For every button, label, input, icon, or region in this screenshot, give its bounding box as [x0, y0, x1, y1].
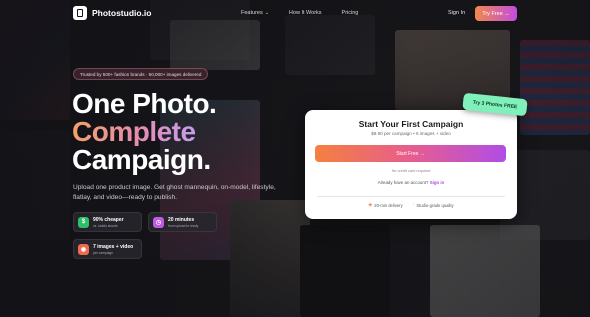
try-free-button[interactable]: Try Free → — [475, 6, 517, 21]
quality-icon: · — [412, 202, 415, 208]
camera-icon: ◉ — [78, 243, 89, 255]
start-free-button[interactable]: Start Free → — [315, 145, 506, 162]
feature-title: 90% cheaper — [93, 216, 124, 223]
feature-card-output: ◉ 7 images + video per campaign — [73, 239, 142, 259]
top-navbar: Photostudio.io Features ⌄ How It Works Pr… — [0, 0, 590, 30]
card-sign-in-link[interactable]: Sign in — [430, 180, 445, 185]
hero-title-line2: Complete — [72, 116, 196, 147]
feature-caption: from upload to ready — [168, 223, 199, 228]
sign-in-link[interactable]: Sign In — [448, 10, 465, 16]
nav-item-pricing[interactable]: Pricing — [342, 10, 359, 16]
divider — [317, 196, 505, 197]
hero-subtitle: Upload one product image. Get ghost mann… — [73, 184, 276, 201]
hero-title-line3: Campaign. — [72, 144, 211, 175]
signup-card: Start Your First Campaign $9.90 per camp… — [305, 110, 517, 219]
delivery-icon: ◈ — [368, 202, 373, 208]
hero-title-line1: One Photo. — [72, 88, 217, 119]
trusted-badge: Trusted by 500+ fashion brands · 50,000+… — [73, 68, 209, 80]
card-title: Start Your First Campaign — [358, 119, 464, 129]
chevron-down-icon: ⌄ — [264, 10, 269, 16]
card-footer: ◈ 20-min delivery · Studio-grade quality — [368, 202, 454, 208]
clock-icon: ◷ — [153, 216, 164, 228]
feature-caption: vs. studio shoots — [93, 223, 118, 228]
nav-menu: Features ⌄ How It Works Pricing — [241, 10, 358, 16]
no-card-note: No credit card required — [391, 169, 431, 173]
feature-card-time: ◷ 20 minutes from upload to ready — [148, 212, 217, 232]
card-subtitle: $9.90 per campaign • 6 images + video — [371, 131, 451, 136]
dollar-icon: $ — [78, 216, 89, 228]
account-prompt: Already have an account? Sign in — [377, 180, 445, 185]
feature-caption: per campaign — [93, 250, 113, 255]
feature-title: 20 minutes — [168, 216, 195, 223]
brand-logo[interactable]: Photostudio.io — [73, 6, 152, 20]
feature-title: 7 images + video — [93, 243, 134, 250]
feature-card-price: $ 90% cheaper vs. studio shoots — [73, 212, 142, 232]
logo-icon — [73, 6, 87, 20]
nav-item-features[interactable]: Features ⌄ — [241, 10, 269, 16]
nav-item-how-it-works[interactable]: How It Works — [289, 10, 322, 16]
brand-name: Photostudio.io — [92, 8, 152, 18]
